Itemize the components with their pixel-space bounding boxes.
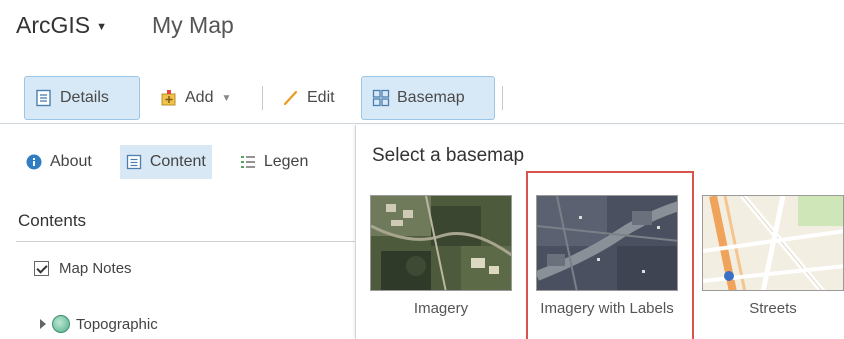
details-panel: About Content Legen Contents Map Notes T… (0, 125, 355, 339)
add-button[interactable]: Add ▼ (150, 76, 250, 120)
basemap-button[interactable]: Basemap (361, 76, 495, 120)
basemap-grid-icon (372, 89, 390, 107)
basemap-item-label: Imagery with Labels (540, 300, 674, 317)
brand-label: ArcGIS (16, 12, 91, 38)
basemap-item-label: Streets (749, 300, 797, 317)
info-icon (26, 154, 42, 170)
app-header: ArcGIS ▼ My Map (0, 0, 844, 52)
chevron-down-icon: ▼ (221, 92, 232, 104)
legend-icon (240, 154, 256, 170)
basemap-item-label: Imagery (413, 300, 469, 317)
basemap-label: Basemap (397, 89, 465, 106)
content-icon (126, 154, 142, 170)
details-tabs: About Content Legen (20, 145, 314, 179)
toolbar-divider (262, 86, 263, 110)
basemap-gallery: Select a basemap Imagery Imagery with La… (355, 125, 844, 339)
add-label: Add (185, 89, 214, 106)
tab-legend-label: Legen (263, 153, 309, 170)
tab-legend[interactable]: Legen (234, 145, 315, 179)
tab-content[interactable]: Content (119, 145, 212, 179)
tab-about[interactable]: About (20, 145, 98, 179)
toolbar-divider (502, 86, 503, 110)
imagery-with-labels-thumbnail[interactable] (536, 195, 678, 291)
checkbox-checked-icon[interactable] (34, 261, 49, 276)
expand-triangle-icon[interactable] (40, 319, 46, 329)
divider (16, 241, 355, 242)
pencil-icon (282, 89, 300, 107)
caret-down-icon: ▼ (96, 20, 108, 33)
basemap-item-imagery-with-labels[interactable]: Imagery with Labels (536, 195, 686, 319)
imagery-thumbnail[interactable] (370, 195, 512, 291)
layer-label: Topographic (76, 315, 158, 333)
main-toolbar: Details Add ▼ Edit Basemap (0, 70, 844, 124)
layer-map-notes[interactable]: Map Notes (34, 260, 132, 277)
edit-button[interactable]: Edit (272, 76, 356, 120)
basemap-gallery-title: Select a basemap (372, 145, 525, 166)
layer-label: Map Notes (59, 260, 132, 277)
add-icon (160, 89, 178, 107)
contents-title: Contents (18, 211, 87, 230)
details-button[interactable]: Details (24, 76, 140, 120)
tab-about-label: About (50, 153, 92, 170)
globe-icon (52, 315, 70, 333)
basemap-item-imagery[interactable]: Imagery (370, 195, 520, 319)
details-label: Details (60, 89, 109, 106)
tab-content-label: Content (149, 153, 206, 170)
layer-topographic[interactable]: Topographic (40, 315, 158, 333)
details-icon (35, 89, 53, 107)
edit-label: Edit (307, 89, 335, 106)
basemap-item-streets[interactable]: Streets (702, 195, 844, 319)
map-title: My Map (152, 12, 234, 38)
streets-thumbnail[interactable] (702, 195, 844, 291)
brand-menu[interactable]: ArcGIS ▼ (16, 12, 107, 39)
